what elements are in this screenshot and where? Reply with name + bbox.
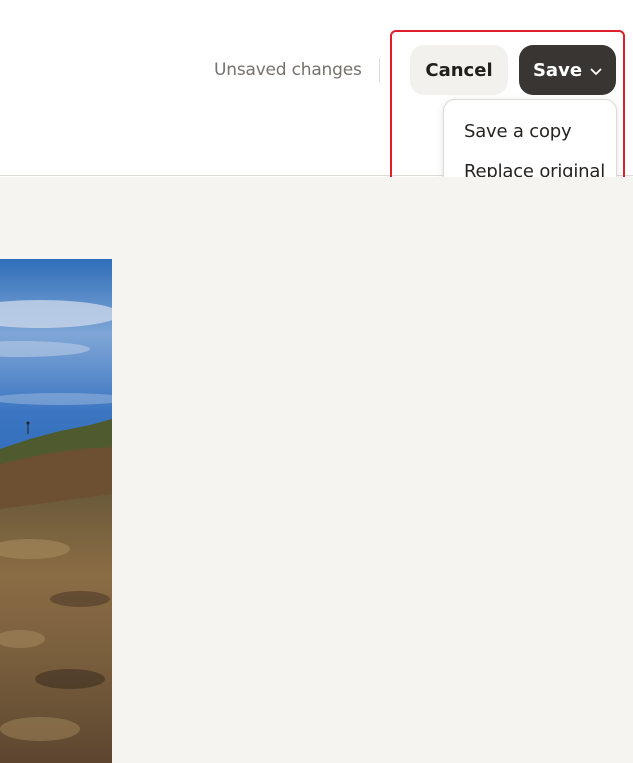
save-button-label: Save [532, 59, 583, 81]
editor-canvas [0, 177, 633, 763]
unsaved-changes-status: Unsaved changes [214, 60, 362, 80]
chevron-down-icon [590, 60, 602, 81]
header-divider [379, 58, 380, 82]
editor-header: Unsaved changes Cancel Save Save a copy … [0, 0, 633, 200]
menu-item-save-a-copy[interactable]: Save a copy [444, 114, 616, 154]
landscape-photo [0, 259, 112, 763]
cancel-button[interactable]: Cancel [410, 45, 508, 95]
save-button[interactable]: Save [519, 45, 616, 95]
menu-item-label: Save a copy [464, 121, 572, 142]
cancel-button-label: Cancel [425, 59, 493, 81]
